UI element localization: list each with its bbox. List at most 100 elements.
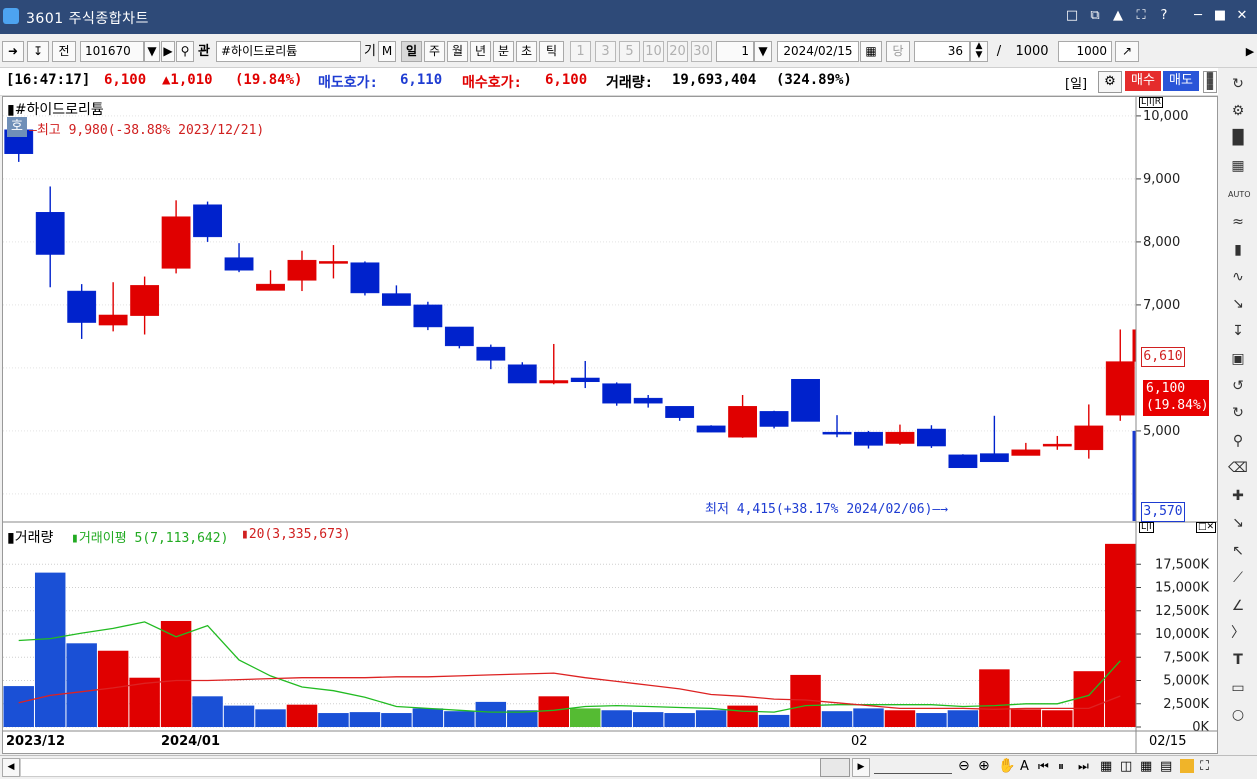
count-input[interactable]: 36 — [914, 41, 970, 62]
gi-button[interactable]: 기 — [362, 41, 378, 62]
redo-icon[interactable]: ↻ — [1228, 403, 1248, 423]
last-icon[interactable]: ⏭ — [1078, 758, 1089, 775]
period-month[interactable]: 월 — [447, 41, 468, 62]
period-day[interactable]: 일 — [401, 41, 422, 62]
help-icon[interactable]: ? — [1156, 8, 1172, 24]
settings-gear-icon[interactable]: ⚙ — [1098, 71, 1122, 93]
pause-icon[interactable]: ⏸ — [1058, 758, 1064, 775]
zoom-box-icon[interactable]: ↘ — [1228, 294, 1248, 314]
minimize-icon[interactable]: ─ — [1190, 8, 1206, 24]
ask-value: 6,110 — [400, 72, 443, 88]
volume-bar — [255, 709, 286, 727]
close-icon[interactable]: ✕ — [1234, 8, 1250, 24]
next-icon[interactable]: ▶ — [161, 41, 175, 62]
auto-scale-icon[interactable]: A — [1020, 758, 1029, 775]
rectangle-icon[interactable]: ▭ — [1228, 678, 1248, 698]
expand-icon[interactable]: ⛶ — [1133, 8, 1149, 24]
quote-tag[interactable]: 호 — [7, 117, 27, 137]
download-icon[interactable]: ↧ — [27, 41, 49, 62]
grid-icon[interactable]: ▦ — [1100, 758, 1112, 775]
calendar-icon[interactable]: ▦ — [860, 41, 882, 62]
crosshair-icon[interactable]: ✚ — [1228, 486, 1248, 506]
stock-name-field[interactable]: #하이드로리튬 — [216, 41, 361, 62]
image-icon[interactable]: ▤ — [1160, 758, 1172, 775]
toolbar-scroll-right-icon[interactable]: ▶ — [1244, 41, 1256, 62]
candle-body — [444, 326, 474, 347]
gear-icon[interactable]: ⚙ — [1228, 101, 1248, 121]
period-minute[interactable]: 분 — [493, 41, 514, 62]
export-icon[interactable]: ↗ — [1115, 41, 1139, 62]
minute-3[interactable]: 3 — [595, 41, 616, 62]
ruler-icon[interactable]: 〉 — [1228, 623, 1248, 643]
interval-input[interactable]: 1 — [716, 41, 754, 62]
zoom-out-icon[interactable]: ⊖ — [958, 758, 970, 775]
pointer-icon[interactable]: ↖ — [1228, 541, 1248, 561]
low-note-text: 최저 4,415(+38.17% 2024/02/06) — [705, 502, 933, 517]
circle-icon[interactable]: ○ — [1228, 705, 1248, 725]
scroll-left-icon[interactable]: ◀ — [2, 758, 20, 777]
fullscreen-icon[interactable]: ⛶ — [1200, 758, 1209, 775]
zoom-slider[interactable] — [874, 760, 952, 774]
bar-chart-icon[interactable]: █ — [1228, 128, 1248, 148]
favorite-button[interactable]: 관 — [195, 41, 213, 62]
save-icon[interactable]: ↧ — [1228, 321, 1248, 341]
minute-1[interactable]: 1 — [570, 41, 591, 62]
link-icon[interactable]: □ — [1064, 8, 1080, 24]
copy-icon[interactable]: ⧉ — [1087, 8, 1103, 24]
period-year[interactable]: 년 — [470, 41, 491, 62]
minute-10[interactable]: 10 — [643, 41, 664, 62]
chart-container[interactable]: 10,000 9,000 8,000 7,000 5,000 17,500K 15,000… — [2, 96, 1218, 754]
candle-body — [570, 377, 600, 383]
chart-svg[interactable]: 10,000 9,000 8,000 7,000 5,000 17,500K 15,000… — [3, 97, 1217, 753]
folder-icon[interactable] — [1180, 759, 1194, 773]
maximize-icon[interactable]: ■ — [1212, 8, 1228, 24]
sell-button[interactable]: 매도 — [1163, 71, 1199, 91]
text-tool-icon[interactable]: T — [1228, 650, 1248, 670]
candle-icon[interactable]: ▮ — [1228, 240, 1248, 260]
buy-button[interactable]: 매수 — [1125, 71, 1161, 91]
period-second[interactable]: 초 — [516, 41, 537, 62]
minute-20[interactable]: 20 — [667, 41, 688, 62]
table-icon[interactable]: ▦ — [1140, 758, 1152, 775]
magnify-icon[interactable]: ⚲ — [1228, 431, 1248, 451]
code-dropdown-icon[interactable]: ▼ — [144, 41, 160, 62]
m-button[interactable]: M — [378, 41, 396, 62]
scale-li-button[interactable]: L|I — [1139, 522, 1154, 533]
line-chart-icon[interactable]: ∿ — [1228, 267, 1248, 287]
trendline-icon[interactable]: ⟋ — [1228, 568, 1248, 588]
today-button[interactable]: 당 — [886, 41, 910, 62]
period-week[interactable]: 주 — [424, 41, 445, 62]
search-icon[interactable]: ⚲ — [176, 41, 194, 62]
window-icon[interactable]: ▣ — [1228, 349, 1248, 369]
count-spinner[interactable]: ▲ ▼ — [970, 41, 988, 62]
candle-chart-icon[interactable]: ▦ — [1228, 156, 1248, 176]
arrow-icon[interactable]: ↘ — [1228, 513, 1248, 533]
save-chart-icon[interactable]: ◫ — [1120, 758, 1132, 775]
first-icon[interactable]: ⏮ — [1038, 758, 1049, 775]
minute-30[interactable]: 30 — [691, 41, 712, 62]
horizontal-scrollbar[interactable] — [20, 758, 822, 777]
prefix-button[interactable]: 전 — [52, 41, 76, 62]
angle-icon[interactable]: ∠ — [1228, 596, 1248, 616]
undo-icon[interactable]: ↺ — [1228, 376, 1248, 396]
scale-lir-button[interactable]: L|I|R — [1139, 97, 1163, 108]
auto-icon[interactable]: AUTO — [1228, 185, 1251, 205]
scroll-thumb[interactable] — [820, 758, 850, 777]
trend-icon[interactable]: ≈ — [1228, 212, 1248, 232]
date-input[interactable]: 2024/02/15 — [777, 41, 859, 62]
interval-dropdown-icon[interactable]: ▼ — [754, 41, 772, 62]
hand-icon[interactable]: ✋ — [998, 758, 1015, 775]
zoom-in-icon[interactable]: ⊕ — [978, 758, 990, 775]
refresh-icon[interactable]: ↻ — [1228, 74, 1248, 94]
mini-grid-icon[interactable]: ▦ ▦ ▦ — [1203, 71, 1217, 93]
eraser-icon[interactable]: ⌫ — [1228, 458, 1248, 478]
link-in-icon[interactable]: ➜ — [2, 41, 24, 62]
pin-icon[interactable]: ▲ — [1110, 8, 1126, 24]
scroll-right-icon[interactable]: ▶ — [852, 758, 870, 777]
period-tick[interactable]: 틱 — [539, 41, 564, 62]
stock-code-input[interactable]: 101670 — [80, 41, 144, 62]
panel-close-button[interactable]: □✕ — [1196, 522, 1217, 533]
candle-body — [413, 304, 443, 328]
range-input[interactable]: 1000 — [1058, 41, 1112, 62]
minute-5[interactable]: 5 — [619, 41, 640, 62]
